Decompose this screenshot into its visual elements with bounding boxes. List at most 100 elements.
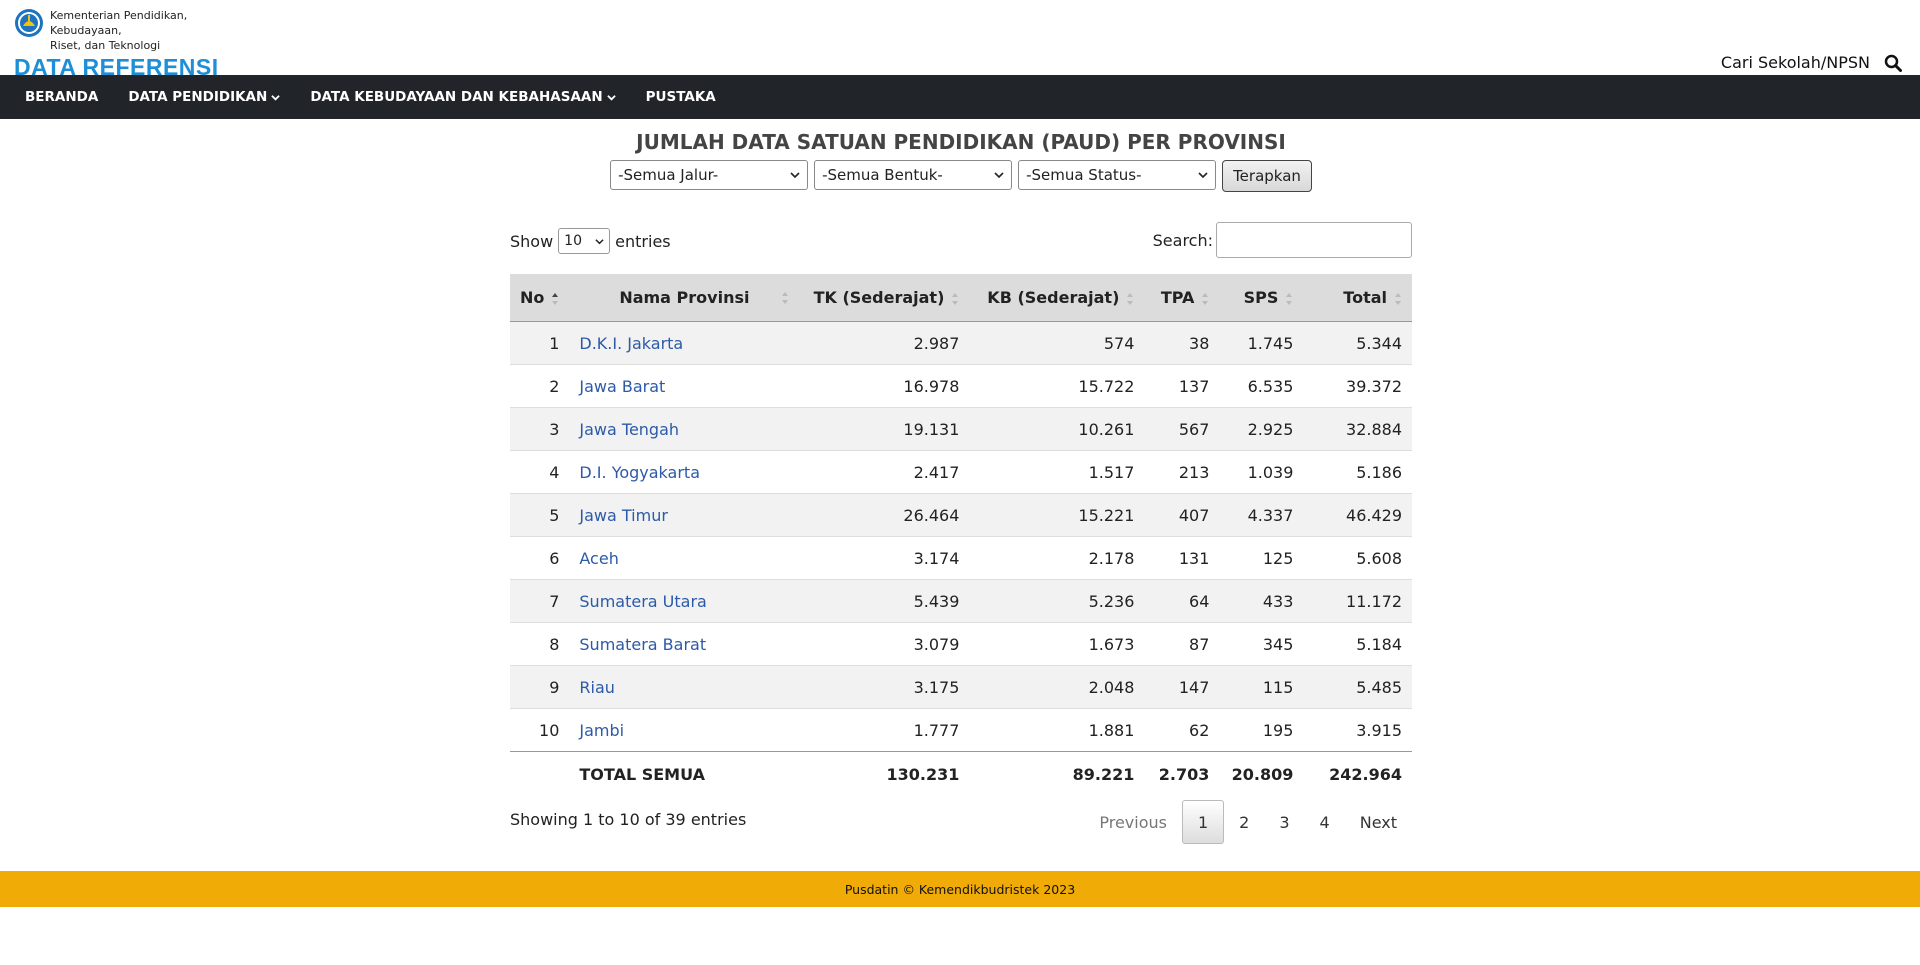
col-nama-provinsi[interactable]: Nama Provinsi	[569, 274, 800, 322]
total-label: TOTAL SEMUA	[569, 751, 800, 796]
select-value: -Semua Jalur-	[618, 166, 719, 184]
cell-total: 5.485	[1303, 665, 1412, 709]
select-value: -Semua Status-	[1026, 166, 1142, 184]
province-link[interactable]: Sumatera Utara	[579, 592, 706, 611]
ministry-line-2: Riset, dan Teknologi	[50, 39, 161, 52]
cell-tk: 3.174	[799, 536, 970, 580]
total-tk: 130.231	[799, 751, 970, 796]
col-total[interactable]: Total	[1303, 274, 1412, 322]
column-label: TK (Sederajat)	[813, 288, 945, 307]
total-sps: 20.809	[1219, 751, 1304, 796]
pagination-next[interactable]: Next	[1345, 801, 1412, 843]
cell-tk: 16.978	[799, 364, 970, 408]
province-link[interactable]: Riau	[579, 678, 615, 697]
column-label: TPA	[1160, 288, 1195, 307]
pagination-previous[interactable]: Previous	[1084, 801, 1182, 843]
cell-sps: 195	[1219, 708, 1304, 752]
cell-kb: 574	[969, 321, 1145, 365]
cell-sps: 345	[1219, 622, 1304, 666]
table-row: 9 Riau 3.175 2.048 147 115 5.485	[510, 665, 1412, 709]
cell-province: Aceh	[569, 536, 800, 580]
search-school-link[interactable]: Cari Sekolah/NPSN	[1721, 53, 1870, 72]
chevron-down-icon	[271, 94, 281, 101]
nav-data-pendidikan[interactable]: DATA PENDIDIKAN	[128, 89, 281, 105]
filter-bentuk-select[interactable]: -Semua Bentuk-	[814, 160, 1013, 190]
table-info: Showing 1 to 10 of 39 entries	[510, 810, 747, 829]
search-icon[interactable]	[1884, 54, 1902, 72]
site-footer: Pusdatin © Kemendikbudristek 2023	[0, 871, 1920, 907]
cell-no: 6	[510, 536, 570, 580]
cell-total: 46.429	[1303, 493, 1412, 537]
province-link[interactable]: Aceh	[579, 549, 618, 568]
cell-sps: 6.535	[1219, 364, 1304, 408]
filter-jalur-select[interactable]: -Semua Jalur-	[610, 160, 809, 190]
cell-total: 5.186	[1303, 450, 1412, 494]
entries-length-select[interactable]: 10	[558, 228, 611, 254]
cell-kb: 10.261	[969, 407, 1145, 451]
site-title[interactable]: DATA REFERENSI	[14, 54, 250, 81]
cell-tpa: 131	[1144, 536, 1220, 580]
entries-label: entries	[615, 231, 671, 251]
filter-bar: -Semua Jalur- -Semua Bentuk- -Semua Stat…	[510, 160, 1412, 192]
cell-sps: 2.925	[1219, 407, 1304, 451]
cell-no: 7	[510, 579, 570, 623]
province-link[interactable]: Jawa Barat	[579, 377, 665, 396]
cell-province: Jawa Tengah	[569, 407, 800, 451]
cell-tk: 5.439	[799, 579, 970, 623]
cell-tpa: 38	[1144, 321, 1220, 365]
page-title: JUMLAH DATA SATUAN PENDIDIKAN (PAUD) PER…	[636, 130, 1286, 154]
table-header-row: No Nama Provinsi TK (Sederajat) KB (Sede…	[510, 274, 1412, 322]
pagination-page-2[interactable]: 2	[1224, 801, 1264, 843]
table-row: 4 D.I. Yogyakarta 2.417 1.517 213 1.039 5.186	[510, 450, 1412, 494]
nav-pustaka[interactable]: PUSTAKA	[646, 89, 716, 105]
pagination-page-3[interactable]: 3	[1264, 801, 1304, 843]
search-input[interactable]	[1216, 222, 1412, 258]
cell-total: 5.608	[1303, 536, 1412, 580]
ministry-line-1: Kementerian Pendidikan, Kebudayaan,	[50, 9, 188, 37]
column-label: Total	[1343, 288, 1387, 307]
province-link[interactable]: D.I. Yogyakarta	[579, 463, 700, 482]
cell-kb: 1.881	[969, 708, 1145, 752]
logo[interactable]: Kementerian Pendidikan, Kebudayaan, Rise…	[14, 8, 250, 81]
cell-no: 3	[510, 407, 570, 451]
pagination: Previous 1 2 3 4 Next	[1084, 800, 1412, 844]
filter-status-select[interactable]: -Semua Status-	[1018, 160, 1217, 190]
cell-kb: 15.722	[969, 364, 1145, 408]
sort-asc-icon	[552, 292, 559, 305]
province-link[interactable]: Sumatera Barat	[579, 635, 706, 654]
col-sps[interactable]: SPS	[1219, 274, 1304, 322]
total-tpa: 2.703	[1144, 751, 1220, 796]
pagination-page-4[interactable]: 4	[1305, 801, 1345, 843]
cell-tk: 3.079	[799, 622, 970, 666]
province-link[interactable]: Jawa Tengah	[579, 420, 679, 439]
cell-total: 5.344	[1303, 321, 1412, 365]
col-tpa[interactable]: TPA	[1144, 274, 1220, 322]
province-link[interactable]: Jambi	[579, 721, 624, 740]
col-kb[interactable]: KB (Sederajat)	[969, 274, 1145, 322]
total-kb: 89.221	[969, 751, 1145, 796]
nav-data-kebudayaan[interactable]: DATA KEBUDAYAAN DAN KEBAHASAAN	[310, 89, 616, 105]
nav-beranda[interactable]: BERANDA	[25, 89, 98, 105]
main-content: JUMLAH DATA SATUAN PENDIDIKAN (PAUD) PER…	[510, 119, 1412, 850]
total-row: TOTAL SEMUA 130.231 89.221 2.703 20.809 …	[510, 751, 1412, 796]
cell-no: 8	[510, 622, 570, 666]
col-tk[interactable]: TK (Sederajat)	[799, 274, 970, 322]
cell-tpa: 213	[1144, 450, 1220, 494]
column-label: Nama Provinsi	[619, 288, 750, 307]
cell-province: Sumatera Utara	[569, 579, 800, 623]
province-link[interactable]: Jawa Timur	[579, 506, 668, 525]
sort-icon	[1127, 292, 1134, 305]
nav-label: DATA PENDIDIKAN	[128, 89, 268, 105]
pagination-page-1[interactable]: 1	[1181, 800, 1225, 844]
cell-total: 5.184	[1303, 622, 1412, 666]
cell-no: 2	[510, 364, 570, 408]
table-row: 5 Jawa Timur 26.464 15.221 407 4.337 46.429	[510, 493, 1412, 537]
col-no[interactable]: No	[510, 274, 570, 322]
select-value: -Semua Bentuk-	[822, 166, 943, 184]
column-label: SPS	[1243, 288, 1279, 307]
table-footer-controls: Showing 1 to 10 of 39 entries Previous 1…	[510, 800, 1412, 850]
cell-sps: 125	[1219, 536, 1304, 580]
province-link[interactable]: D.K.I. Jakarta	[579, 334, 683, 353]
chevron-down-icon	[790, 172, 800, 179]
apply-button[interactable]: Terapkan	[1222, 160, 1312, 192]
